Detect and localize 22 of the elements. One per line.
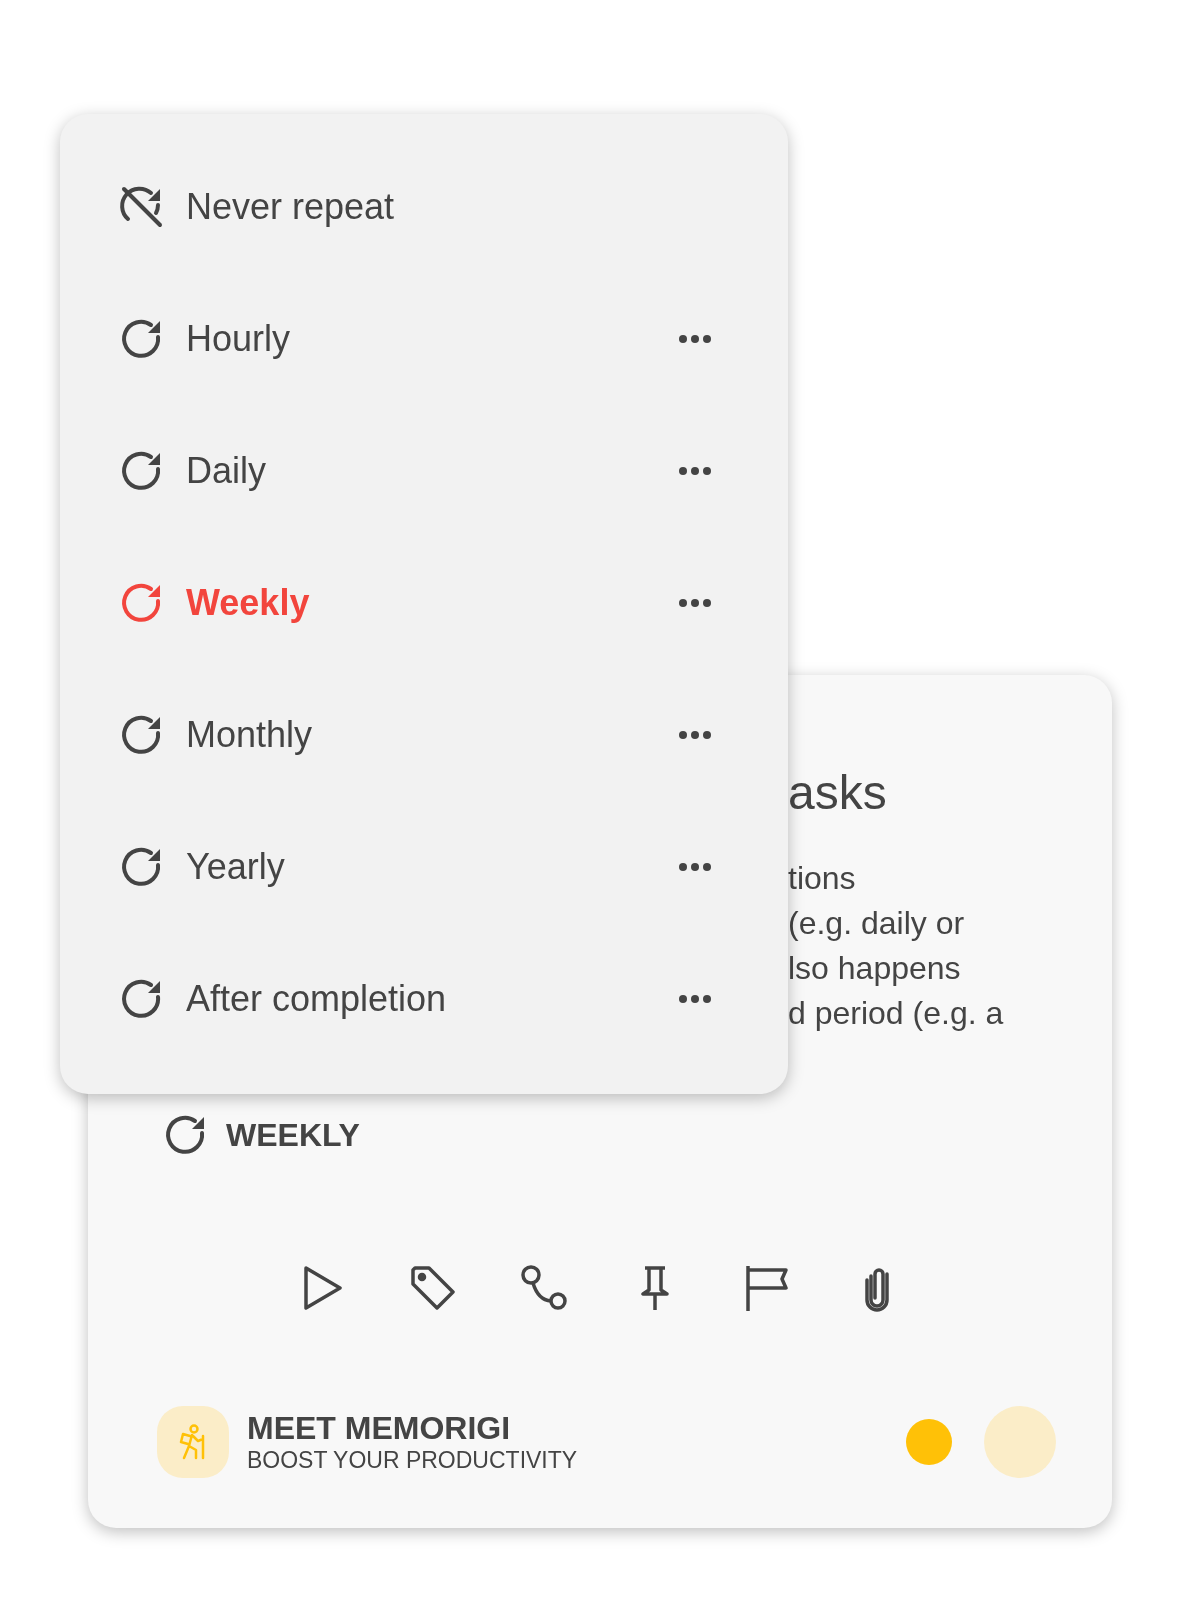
more-icon[interactable]	[678, 994, 712, 1004]
description-line: d period (e.g. a	[788, 994, 1005, 1033]
more-icon[interactable]	[678, 466, 712, 476]
menu-item[interactable]: Daily	[60, 405, 788, 537]
description-line: lso happens	[788, 949, 962, 988]
route-icon[interactable]	[520, 1264, 568, 1312]
menu-item[interactable]: Monthly	[60, 669, 788, 801]
menu-item[interactable]: Hourly	[60, 273, 788, 405]
more-icon[interactable]	[678, 862, 712, 872]
more-icon[interactable]	[678, 598, 712, 608]
menu-item[interactable]: Yearly	[60, 801, 788, 933]
promo-title: MEET MEMORIGI	[247, 1410, 512, 1446]
card-title: asks	[787, 765, 888, 821]
more-icon[interactable]	[678, 334, 712, 344]
menu-item[interactable]: Never repeat	[60, 141, 788, 273]
description-line: tions	[788, 859, 857, 898]
tag-icon[interactable]	[409, 1264, 457, 1312]
more-icon[interactable]	[678, 730, 712, 740]
description-line: (e.g. daily or	[788, 904, 966, 943]
promo-subtitle: BOOST YOUR PRODUCTIVITY	[247, 1446, 578, 1474]
menu-item[interactable]: After completion	[60, 933, 788, 1065]
repeat-label: WEEKLY	[226, 1116, 360, 1155]
